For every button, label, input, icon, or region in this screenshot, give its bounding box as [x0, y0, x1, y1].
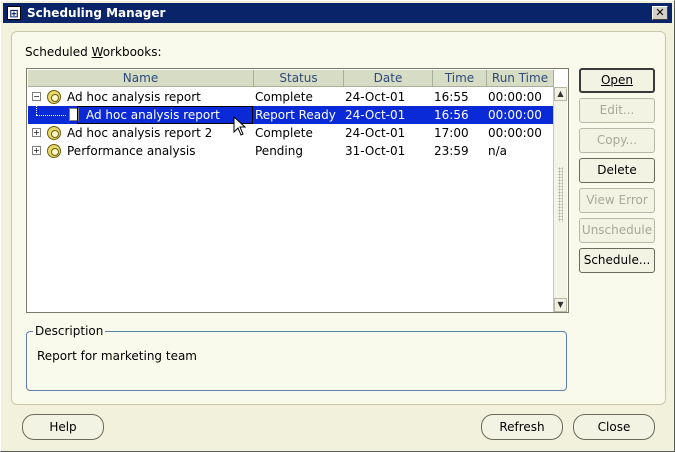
copy-button[interactable]: Copy... [579, 128, 655, 153]
expand-icon[interactable]: + [32, 128, 41, 137]
row-time: 17:00 [434, 126, 469, 140]
row-name: Ad hoc analysis report [67, 90, 201, 104]
row-run-time: 00:00:00 [488, 90, 542, 104]
column-header-run-time[interactable]: Run Time [487, 70, 554, 87]
row-run-time: n/a [488, 144, 508, 158]
view-error-button[interactable]: View Error [579, 188, 655, 213]
open-button[interactable]: Open [579, 68, 655, 93]
row-name: Ad hoc analysis report 2 [67, 126, 213, 140]
expand-icon[interactable]: + [32, 146, 41, 155]
row-date: 24-Oct-01 [345, 90, 406, 104]
label-suffix: orkbooks: [102, 45, 162, 59]
scheduling-manager-window: ⊞ Scheduling Manager ✕ Scheduled Workboo… [0, 0, 675, 452]
row-status: Report Ready [255, 108, 336, 122]
label-mnemonic: W [91, 45, 103, 59]
focus-rectangle [77, 106, 253, 124]
scroll-grip[interactable] [558, 167, 563, 222]
row-time: 16:56 [434, 108, 469, 122]
row-run-time: 00:00:00 [488, 126, 542, 140]
close-button[interactable]: Close [573, 414, 655, 440]
scheduled-workbooks-label: Scheduled Workbooks: [25, 45, 162, 59]
edit-button[interactable]: Edit... [579, 98, 655, 123]
scroll-down-icon[interactable]: ▼ [554, 298, 567, 312]
row-date: 24-Oct-01 [345, 126, 406, 140]
description-legend: Description [33, 324, 106, 338]
schedule-button[interactable]: Schedule... [579, 248, 655, 273]
description-group: Description Report for marketing team [26, 324, 567, 391]
scheduled-clock-icon [47, 90, 61, 104]
tree-connector [36, 115, 66, 116]
help-button[interactable]: Help [22, 414, 104, 440]
column-header-status[interactable]: Status [254, 70, 344, 87]
scheduled-clock-icon [47, 144, 61, 158]
vertical-scrollbar[interactable]: ▲ ▼ [553, 87, 567, 312]
column-header-name[interactable]: Name [28, 70, 254, 87]
title-bar[interactable]: ⊞ Scheduling Manager ✕ [3, 3, 672, 23]
row-name: Performance analysis [67, 144, 196, 158]
row-run-time: 00:00:00 [488, 108, 542, 122]
window-title: Scheduling Manager [27, 6, 166, 20]
close-window-button[interactable]: ✕ [652, 6, 668, 20]
scheduled-clock-icon [47, 126, 61, 140]
row-status: Pending [255, 144, 303, 158]
row-status: Complete [255, 90, 313, 104]
table-header: Name Status Date Time Run Time [28, 70, 554, 87]
column-header-date[interactable]: Date [344, 70, 433, 87]
label-prefix: Scheduled [25, 45, 92, 59]
mouse-cursor-icon [233, 116, 247, 136]
row-time: 23:59 [434, 144, 469, 158]
row-date: 24-Oct-01 [345, 108, 406, 122]
column-header-time[interactable]: Time [433, 70, 487, 87]
row-date: 31-Oct-01 [345, 144, 406, 158]
unschedule-button[interactable]: Unschedule [579, 218, 655, 243]
scheduled-workbooks-table[interactable]: Name Status Date Time Run Time − Ad hoc … [26, 68, 569, 313]
description-text: Report for marketing team [37, 349, 197, 363]
main-panel: Scheduled Workbooks: Name Status Date Ti… [11, 31, 666, 405]
table-row[interactable]: + Ad hoc analysis report 2 Complete 24-O… [28, 124, 554, 142]
tree-connector [36, 106, 37, 115]
table-row[interactable]: + Performance analysis Pending 31-Oct-01… [28, 142, 554, 160]
table-row[interactable]: − Ad hoc analysis report Complete 24-Oct… [28, 88, 554, 106]
open-label: Open [600, 73, 634, 87]
app-icon: ⊞ [7, 6, 21, 20]
row-time: 16:55 [434, 90, 469, 104]
collapse-icon[interactable]: − [32, 92, 41, 101]
row-status: Complete [255, 126, 313, 140]
delete-button[interactable]: Delete [579, 158, 655, 183]
scroll-up-icon[interactable]: ▲ [554, 87, 567, 101]
refresh-button[interactable]: Refresh [481, 414, 563, 440]
